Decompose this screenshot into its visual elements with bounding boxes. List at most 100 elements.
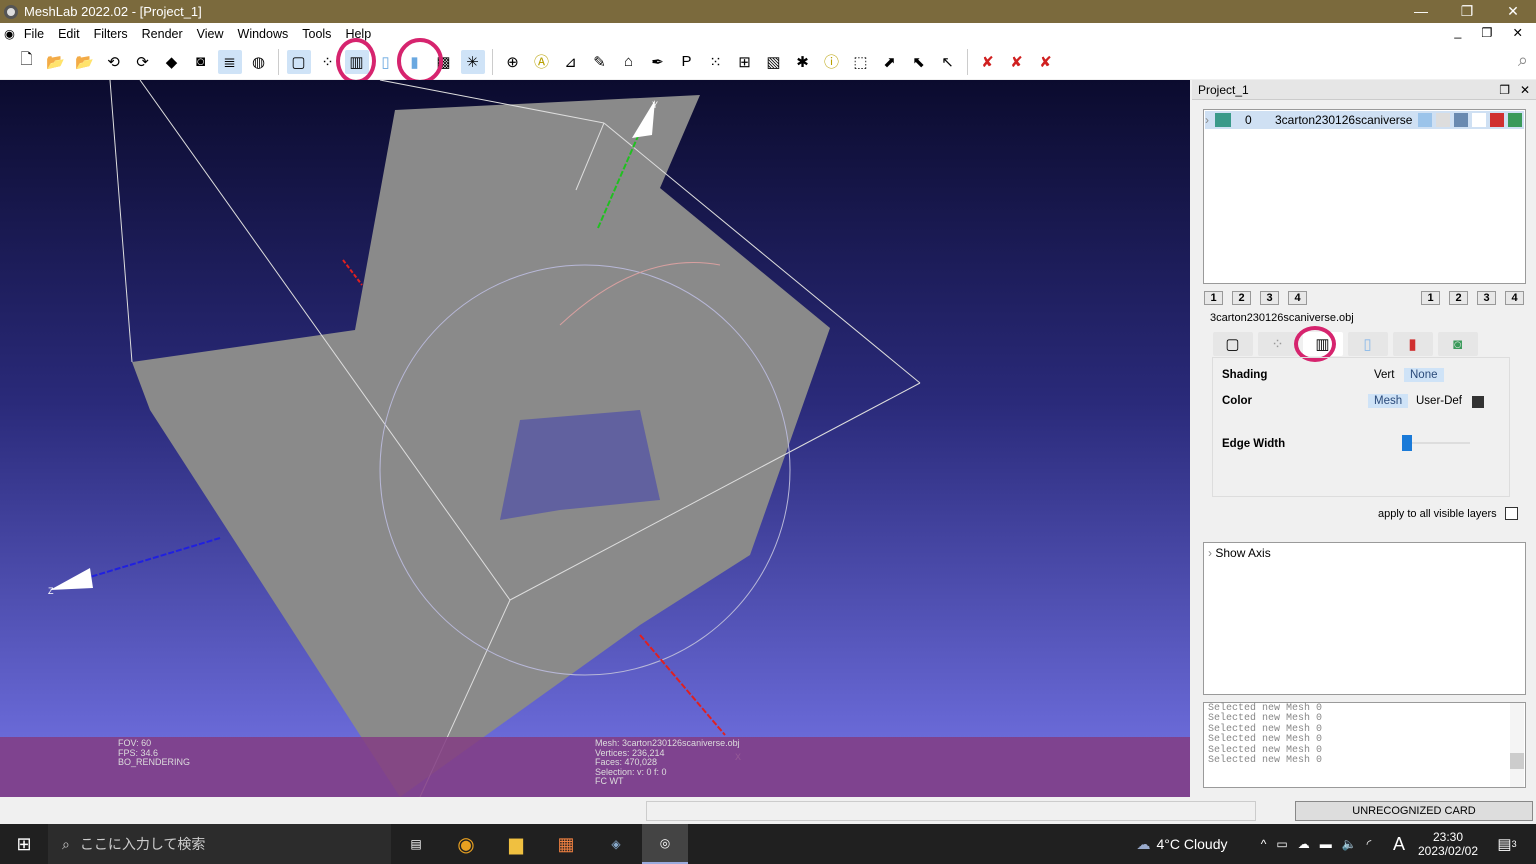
measure-icon[interactable]: ⊿ bbox=[559, 50, 583, 74]
pen-icon[interactable]: ✒ bbox=[646, 50, 670, 74]
log-scrollbar[interactable] bbox=[1510, 703, 1524, 787]
mesh-info: Mesh: 3carton230126scaniverse.objVertice… bbox=[595, 739, 740, 787]
delete3-icon[interactable]: ✘ bbox=[1034, 50, 1058, 74]
view-button-r1[interactable]: 1 bbox=[1421, 291, 1440, 305]
tab-texture-icon[interactable]: ◙ bbox=[1438, 332, 1478, 356]
edge-width-label: Edge Width bbox=[1222, 438, 1285, 450]
p-icon[interactable]: P bbox=[675, 50, 699, 74]
delete2-icon[interactable]: ✘ bbox=[1005, 50, 1029, 74]
app-icon[interactable]: ◈ bbox=[598, 824, 634, 864]
3d-viewport[interactable]: Y Z X FOV: 60FPS: 34.6BO_RENDERING Mesh:… bbox=[0, 80, 1190, 797]
new-file-icon[interactable]: 🗋 bbox=[15, 50, 39, 74]
select-faces-icon[interactable]: ⊞ bbox=[733, 50, 757, 74]
save-icon[interactable]: ◆ bbox=[160, 50, 184, 74]
flat-lines-icon[interactable]: ▯ bbox=[374, 50, 398, 74]
layer-index: 0 bbox=[1245, 113, 1275, 127]
close-panel-icon[interactable]: ✕ bbox=[1520, 83, 1530, 97]
view-button-4[interactable]: 4 bbox=[1288, 291, 1307, 305]
reload-all-icon[interactable]: ⟳ bbox=[131, 50, 155, 74]
reload-icon[interactable]: ⟲ bbox=[102, 50, 126, 74]
float-panel-icon[interactable]: ❐ bbox=[1499, 83, 1510, 97]
system-tray-icons[interactable]: ^▭☁▬🔈◜ bbox=[1246, 824, 1386, 864]
app-menu-icon[interactable]: ◉ bbox=[0, 26, 17, 41]
delete-icon[interactable]: ✘ bbox=[976, 50, 1000, 74]
show-axis-item[interactable]: › Show Axis bbox=[1204, 543, 1525, 563]
decorator-list: › Show Axis bbox=[1203, 542, 1526, 695]
color-userdef-option[interactable]: User-Def bbox=[1410, 394, 1468, 408]
user-color-swatch[interactable] bbox=[1472, 396, 1484, 408]
annotate-icon[interactable]: Ⓐ bbox=[530, 50, 554, 74]
task-view-icon[interactable]: ▤ bbox=[398, 824, 434, 864]
layers-icon[interactable]: ≣ bbox=[218, 50, 242, 74]
open-project-icon[interactable]: 📂 bbox=[44, 50, 68, 74]
view-button-r2[interactable]: 2 bbox=[1449, 291, 1468, 305]
raster-icon[interactable]: ◍ bbox=[247, 50, 271, 74]
menu-edit[interactable]: Edit bbox=[51, 27, 87, 41]
view-button-1[interactable]: 1 bbox=[1204, 291, 1223, 305]
mdi-minimize-button[interactable]: _ bbox=[1447, 25, 1468, 40]
title-bar: MeshLab 2022.02 - [Project_1] — ❐ ✕ bbox=[0, 0, 1536, 23]
menu-file[interactable]: File bbox=[17, 27, 51, 41]
layer-render-icons bbox=[1418, 113, 1522, 127]
visibility-eye-icon[interactable] bbox=[1215, 113, 1231, 127]
edge-width-slider-handle[interactable] bbox=[1402, 435, 1412, 451]
ime-indicator[interactable]: A bbox=[1388, 824, 1410, 864]
view-button-r3[interactable]: 3 bbox=[1477, 291, 1496, 305]
edge-width-slider[interactable] bbox=[1402, 442, 1470, 444]
edit-icon[interactable]: ⬈ bbox=[878, 50, 902, 74]
bbox-icon[interactable]: ▢ bbox=[287, 50, 311, 74]
menu-view[interactable]: View bbox=[190, 27, 231, 41]
pick-icon[interactable]: ⌂ bbox=[617, 50, 641, 74]
arrow-select-icon[interactable]: ↖ bbox=[936, 50, 960, 74]
search-icon[interactable]: ⌕ bbox=[1518, 50, 1528, 71]
mdi-restore-button[interactable]: ❐ bbox=[1474, 25, 1499, 40]
color-icon[interactable]: ▧ bbox=[762, 50, 786, 74]
layer-list: › 0 3carton230126scaniverse bbox=[1203, 109, 1526, 284]
layer-row[interactable]: › 0 3carton230126scaniverse bbox=[1205, 111, 1524, 129]
snapshot-icon[interactable]: ◙ bbox=[189, 50, 213, 74]
render-info: FOV: 60FPS: 34.6BO_RENDERING bbox=[118, 739, 190, 768]
menu-tools[interactable]: Tools bbox=[295, 27, 338, 41]
menu-filters[interactable]: Filters bbox=[87, 27, 135, 41]
tab-points-icon[interactable]: ⁘ bbox=[1258, 332, 1298, 356]
weather-widget[interactable]: ☁4°C Cloudy bbox=[1122, 824, 1242, 864]
color-mesh-option[interactable]: Mesh bbox=[1368, 394, 1408, 408]
taskbar-search[interactable]: ⌕ここに入力して検索 bbox=[48, 824, 391, 864]
progress-area bbox=[646, 801, 1256, 821]
apply-all-label: apply to all visible layers bbox=[1378, 508, 1497, 520]
tab-bbox-icon[interactable]: ▢ bbox=[1213, 332, 1253, 356]
edit2-icon[interactable]: ⬉ bbox=[907, 50, 931, 74]
minimize-button[interactable]: — bbox=[1398, 0, 1444, 23]
tab-faces-icon[interactable]: ▮ bbox=[1393, 332, 1433, 356]
close-button[interactable]: ✕ bbox=[1490, 0, 1536, 23]
y-axis-label: Y bbox=[652, 100, 658, 110]
menu-render[interactable]: Render bbox=[135, 27, 190, 41]
layer-name: 3carton230126scaniverse bbox=[1275, 113, 1412, 127]
trackball-icon[interactable]: ⊕ bbox=[501, 50, 525, 74]
windows-start-icon[interactable]: ⊞ bbox=[0, 824, 48, 864]
tab-flat-lines-icon[interactable]: ▯ bbox=[1348, 332, 1388, 356]
view-button-r4[interactable]: 4 bbox=[1505, 291, 1524, 305]
select-region-icon[interactable]: ⬚ bbox=[849, 50, 873, 74]
shading-vert-option[interactable]: Vert bbox=[1368, 368, 1400, 382]
taskbar: ⊞ ⌕ここに入力して検索 ▤ ◉ ▆ ▦ ◈ ◎ ☁4°C Cloudy ^▭☁… bbox=[0, 824, 1536, 864]
info-icon[interactable]: ⓘ bbox=[820, 50, 844, 74]
select-vertices-icon[interactable]: ⁙ bbox=[704, 50, 728, 74]
apply-all-checkbox[interactable] bbox=[1505, 507, 1518, 520]
view-button-2[interactable]: 2 bbox=[1232, 291, 1251, 305]
shading-none-option[interactable]: None bbox=[1404, 368, 1444, 382]
store-icon[interactable]: ▦ bbox=[548, 824, 584, 864]
restore-button[interactable]: ❐ bbox=[1444, 0, 1490, 23]
open-mesh-icon[interactable]: 📂 bbox=[73, 50, 97, 74]
axis-icon[interactable]: ✳ bbox=[461, 50, 485, 74]
file-explorer-icon[interactable]: ▆ bbox=[498, 824, 534, 864]
menu-windows[interactable]: Windows bbox=[231, 27, 296, 41]
mdi-close-button[interactable]: ✕ bbox=[1506, 25, 1530, 40]
notification-icon[interactable]: ▤3 bbox=[1490, 824, 1524, 864]
meshlab-taskbar-icon[interactable]: ◎ bbox=[642, 824, 688, 864]
georef-icon[interactable]: ✱ bbox=[791, 50, 815, 74]
clock[interactable]: 23:302023/02/02 bbox=[1410, 824, 1486, 864]
view-button-3[interactable]: 3 bbox=[1260, 291, 1279, 305]
chrome-icon[interactable]: ◉ bbox=[448, 824, 484, 864]
paint-icon[interactable]: ✎ bbox=[588, 50, 612, 74]
